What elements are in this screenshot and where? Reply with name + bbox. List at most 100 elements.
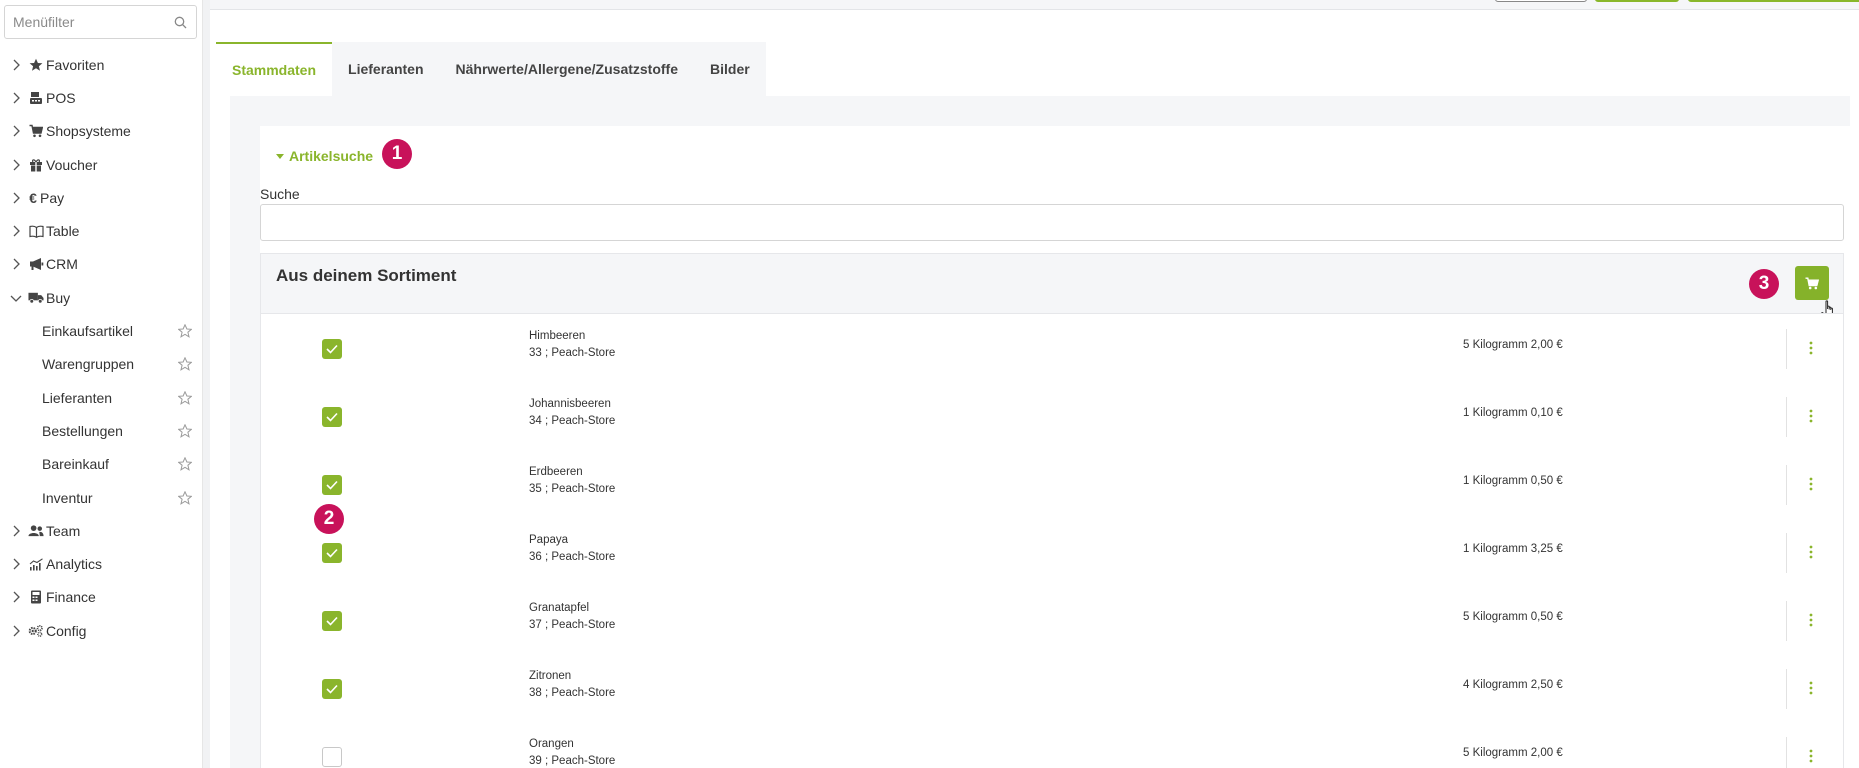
sidebar-subitem-lieferanten[interactable]: Lieferanten: [0, 381, 203, 414]
sidebar-item-pay[interactable]: € Pay: [0, 181, 203, 214]
top-save-button[interactable]: [1595, 0, 1679, 2]
article-name: Orangen: [529, 738, 574, 750]
article-name: Himbeeren: [529, 330, 586, 342]
more-vertical-icon[interactable]: [1804, 678, 1818, 698]
chevron-right-icon: [8, 59, 24, 71]
article-name: Johannisbeeren: [529, 398, 611, 410]
tab-lieferanten[interactable]: Lieferanten: [332, 42, 439, 96]
more-vertical-icon[interactable]: [1804, 610, 1818, 630]
favorite-star-icon[interactable]: [177, 390, 193, 406]
list-item: Papaya 36 ; Peach-Store 1 Kilogramm 3,25…: [261, 518, 1843, 586]
chart-icon: [28, 556, 44, 572]
cogs-icon: [28, 623, 44, 639]
check-icon: [326, 412, 338, 422]
chevron-right-icon: [8, 225, 24, 237]
step-badge-3: 3: [1749, 269, 1779, 299]
sidebar-item-analytics[interactable]: Analytics: [0, 547, 203, 580]
sidebar-divider: [203, 0, 210, 768]
row-checkbox[interactable]: [322, 475, 342, 495]
row-checkbox[interactable]: [322, 679, 342, 699]
sidebar-item-label: Buy: [46, 289, 71, 306]
article-price: 1 Kilogramm 3,25 €: [1463, 543, 1563, 555]
add-to-cart-button[interactable]: [1795, 266, 1829, 300]
favorite-star-icon[interactable]: [177, 356, 193, 372]
article-meta: 33 ; Peach-Store: [529, 347, 616, 359]
chevron-right-icon: [8, 92, 24, 104]
sidebar-item-label: CRM: [46, 256, 78, 273]
sidebar-subitem-bareinkauf[interactable]: Bareinkauf: [0, 448, 203, 481]
list-item: Erdbeeren 35 ; Peach-Store 1 Kilogramm 0…: [261, 450, 1843, 518]
row-checkbox[interactable]: [322, 339, 342, 359]
favorite-star-icon[interactable]: [177, 423, 193, 439]
chevron-right-icon: [8, 125, 24, 137]
cart-icon: [1805, 277, 1819, 289]
sidebar-item-config[interactable]: Config: [0, 614, 203, 647]
favorite-star-icon[interactable]: [177, 323, 193, 339]
more-vertical-icon[interactable]: [1804, 746, 1818, 766]
divider: [1786, 737, 1787, 768]
row-checkbox[interactable]: [322, 611, 342, 631]
sidebar-subitem-label: Bareinkauf: [42, 456, 109, 473]
sortiment-header: Aus deinem Sortiment 3: [260, 253, 1844, 321]
sidebar-item-favoriten[interactable]: Favoriten: [0, 48, 203, 81]
sidebar-subitem-warengruppen[interactable]: Warengruppen: [0, 348, 203, 381]
tab-bar: Stammdaten Lieferanten Nährwerte/Allerge…: [216, 42, 766, 96]
row-checkbox[interactable]: [322, 407, 342, 427]
sidebar-subitem-bestellungen[interactable]: Bestellungen: [0, 414, 203, 447]
more-vertical-icon[interactable]: [1804, 406, 1818, 426]
article-name: Granatapfel: [529, 602, 590, 614]
check-icon: [326, 480, 338, 490]
favorite-star-icon[interactable]: [177, 456, 193, 472]
tab-naehrwerte[interactable]: Nährwerte/Allergene/Zusatzstoffe: [440, 42, 695, 96]
top-save-close-button[interactable]: [1688, 0, 1859, 2]
row-checkbox[interactable]: [322, 747, 342, 767]
article-price: 5 Kilogramm 0,50 €: [1463, 611, 1563, 623]
register-icon: [28, 90, 44, 106]
divider: [1786, 465, 1787, 505]
check-icon: [326, 684, 338, 694]
menu-filter-input[interactable]: [13, 14, 172, 30]
search-icon[interactable]: [172, 14, 188, 30]
row-checkbox[interactable]: [322, 543, 342, 563]
megaphone-icon: [28, 256, 44, 272]
article-name: Papaya: [529, 534, 569, 546]
sidebar-item-label: Team: [46, 522, 81, 539]
sidebar-item-label: Config: [46, 622, 87, 639]
list-item: Zitronen 38 ; Peach-Store 4 Kilogramm 2,…: [261, 654, 1843, 722]
sidebar-item-crm[interactable]: CRM: [0, 248, 203, 281]
list-item: Granatapfel 37 ; Peach-Store 5 Kilogramm…: [261, 586, 1843, 654]
divider: [1786, 601, 1787, 641]
sidebar-item-voucher[interactable]: Voucher: [0, 148, 203, 181]
article-meta: 39 ; Peach-Store: [529, 755, 616, 767]
more-vertical-icon[interactable]: [1804, 474, 1818, 494]
divider: [1786, 329, 1787, 369]
sidebar-subitem-inventur[interactable]: Inventur: [0, 481, 203, 514]
chevron-down-icon: [8, 294, 24, 302]
sidebar-item-table[interactable]: Table: [0, 214, 203, 247]
menu-filter[interactable]: [4, 5, 197, 39]
favorite-star-icon[interactable]: [177, 490, 193, 506]
caret-down-icon: [276, 153, 284, 159]
search-input[interactable]: [260, 204, 1844, 241]
sidebar-item-team[interactable]: Team: [0, 514, 203, 547]
more-vertical-icon[interactable]: [1804, 542, 1818, 562]
sidebar-item-finance[interactable]: Finance: [0, 581, 203, 614]
artikelsuche-label: Artikelsuche: [289, 148, 374, 164]
more-vertical-icon[interactable]: [1804, 338, 1818, 358]
step-badge-1: 1: [382, 139, 412, 169]
sidebar-nav: Favoriten POS Shopsysteme Voucher € Pay …: [0, 48, 203, 647]
article-price: 1 Kilogramm 0,50 €: [1463, 475, 1563, 487]
sidebar-item-label: Pay: [40, 189, 65, 206]
tab-bilder[interactable]: Bilder: [694, 42, 766, 96]
article-meta: 36 ; Peach-Store: [529, 551, 616, 563]
sidebar-item-label: POS: [46, 89, 76, 106]
chevron-right-icon: [8, 591, 24, 603]
artikelsuche-toggle[interactable]: Artikelsuche: [276, 148, 373, 164]
sidebar-subitem-einkaufsartikel[interactable]: Einkaufsartikel: [0, 314, 203, 347]
sidebar-item-shopsysteme[interactable]: Shopsysteme: [0, 115, 203, 148]
article-name: Zitronen: [529, 670, 572, 682]
sidebar-item-buy[interactable]: Buy: [0, 281, 203, 314]
sidebar-item-pos[interactable]: POS: [0, 81, 203, 114]
top-action-button[interactable]: [1495, 0, 1587, 2]
tab-stammdaten[interactable]: Stammdaten: [216, 42, 333, 96]
